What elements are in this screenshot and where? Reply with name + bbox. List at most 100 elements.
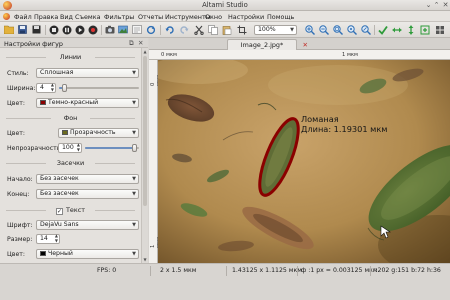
ruler-tick-label: 0 мкм xyxy=(161,52,177,58)
arrows-section-heading: Засечки xyxy=(0,159,141,167)
font-value: DejaVu Sans xyxy=(40,221,79,228)
menu-help[interactable]: Помощь xyxy=(267,13,294,21)
opacity-label: Непрозрачность: xyxy=(7,145,63,152)
zoom-in-icon[interactable] xyxy=(304,24,315,35)
line-style-select[interactable]: Сплошная ▼ xyxy=(36,68,139,78)
opacity-spinbox[interactable]: 100 ▲ ▼ xyxy=(58,142,82,153)
menu-filters[interactable]: Фильтры xyxy=(104,13,134,21)
zoom-actual-icon[interactable] xyxy=(346,24,357,35)
close-tab-icon[interactable]: ✕ xyxy=(303,40,308,50)
maximize-button[interactable]: ⌃ xyxy=(432,1,441,10)
background-section-heading: Фон xyxy=(0,114,141,122)
status-bar: FPS: 0 2 x 1.5 мкм 1.43125 x 1.1125 мкм … xyxy=(0,263,450,300)
line-style-value: Сплошная xyxy=(40,69,74,76)
fit-width-icon[interactable] xyxy=(391,24,402,35)
line-width-spinbox[interactable]: 4 ▲ ▼ xyxy=(36,82,56,93)
title-bar: Altami Studio ⌄ ⌃ ✕ xyxy=(0,0,450,11)
panel-scrollbar[interactable]: ▲ ▼ xyxy=(141,48,148,263)
divider xyxy=(95,57,135,58)
line-width-label: Ширина: xyxy=(7,85,36,92)
save-icon[interactable] xyxy=(17,24,28,35)
settings-grid-icon[interactable] xyxy=(434,24,445,35)
close-window-button[interactable]: ✕ xyxy=(441,1,450,10)
divider xyxy=(6,210,46,211)
rotate-icon[interactable] xyxy=(419,24,430,35)
copy-icon[interactable] xyxy=(207,24,218,35)
scrollbar-thumb[interactable] xyxy=(143,56,147,206)
panel-close-icon[interactable]: ✕ xyxy=(138,39,143,47)
pause-icon[interactable] xyxy=(61,24,72,35)
toolbar-separator xyxy=(160,25,161,35)
text-enabled-checkbox[interactable]: ✓ xyxy=(56,208,64,215)
menu-edit[interactable]: Правка xyxy=(34,13,58,21)
menu-settings[interactable]: Настройки xyxy=(228,13,264,21)
status-divider xyxy=(150,266,151,276)
paste-icon[interactable] xyxy=(221,24,232,35)
tab-image-2[interactable]: Image_2.jpg* ✕ xyxy=(227,39,308,50)
line-end-label: Конец: xyxy=(7,191,30,198)
spin-arrows-icon[interactable]: ▲ ▼ xyxy=(55,233,58,243)
capture-series-icon[interactable] xyxy=(117,24,128,35)
menu-capture[interactable]: Съемка xyxy=(75,13,101,21)
image-canvas[interactable]: 0 мкм 1 мкм 0 мкм 1 мкм xyxy=(149,50,450,263)
open-folder-icon[interactable] xyxy=(3,24,14,35)
menu-logo-icon xyxy=(3,13,10,20)
menu-view[interactable]: Вид xyxy=(60,13,73,21)
line-width-slider[interactable] xyxy=(59,83,139,93)
crop-icon[interactable] xyxy=(236,24,247,35)
panel-undock-icon[interactable]: ⧉ xyxy=(129,39,134,48)
play-icon[interactable] xyxy=(74,24,85,35)
compare-icon[interactable] xyxy=(131,24,142,35)
menu-window[interactable]: Окно xyxy=(205,13,222,21)
opacity-slider[interactable] xyxy=(85,143,139,153)
zoom-select[interactable]: 100% ▼ xyxy=(254,25,297,35)
spin-arrows-icon[interactable]: ▲ ▼ xyxy=(77,142,80,152)
record-stop-icon[interactable] xyxy=(48,24,59,35)
vertical-ruler: 0 мкм 1 мкм xyxy=(149,60,162,263)
slider-handle[interactable] xyxy=(132,144,137,152)
zoom-fit-icon[interactable] xyxy=(332,24,343,35)
font-select[interactable]: DejaVu Sans ▼ xyxy=(36,220,139,230)
slider-handle[interactable] xyxy=(61,84,67,92)
line-end-select[interactable]: Без засечек ▼ xyxy=(36,189,139,199)
refresh-icon[interactable] xyxy=(145,24,156,35)
divider xyxy=(90,118,135,119)
fit-height-icon[interactable] xyxy=(405,24,416,35)
measurement-label[interactable]: Ломаная Длина: 1.19301 мкм xyxy=(301,114,387,134)
redo-icon[interactable] xyxy=(178,24,189,35)
zoom-region-icon[interactable] xyxy=(360,24,371,35)
fill-color-value: Прозрачность xyxy=(70,129,116,136)
fill-color-select[interactable]: Прозрачность ▼ xyxy=(58,128,139,138)
status-divider xyxy=(370,266,371,276)
panel-header: Настройки фигур ⧉ ✕ xyxy=(0,38,148,48)
scroll-up-icon[interactable]: ▲ xyxy=(142,49,148,54)
divider xyxy=(95,163,135,164)
line-color-value: Темно-красный xyxy=(48,99,99,106)
spin-arrows-icon[interactable]: ▲ ▼ xyxy=(51,82,54,92)
scroll-down-icon[interactable]: ▼ xyxy=(142,257,148,262)
checkmark-icon[interactable] xyxy=(377,24,388,35)
text-color-value: Черный xyxy=(48,250,73,257)
line-start-label: Начало: xyxy=(7,176,33,183)
cut-icon[interactable] xyxy=(193,24,204,35)
menu-tools[interactable]: Инструменты xyxy=(165,13,211,21)
font-size-spinbox[interactable]: 14 ▲ ▼ xyxy=(36,233,60,244)
chevron-down-icon: ▼ xyxy=(132,222,136,228)
shape-settings-panel: Настройки фигур ⧉ ✕ Линии Стиль: Сплошна… xyxy=(0,38,148,263)
camera-icon[interactable] xyxy=(104,24,115,35)
line-style-label: Стиль: xyxy=(7,70,29,77)
document-tab-bar: Image_2.jpg* ✕ xyxy=(149,38,450,50)
text-color-select[interactable]: Черный ▼ xyxy=(36,249,139,259)
undo-icon[interactable] xyxy=(164,24,175,35)
zoom-out-icon[interactable] xyxy=(318,24,329,35)
save-all-icon[interactable] xyxy=(31,24,42,35)
menu-file[interactable]: Файл xyxy=(14,13,32,21)
status-image-size: 1.43125 x 1.1125 мкм xyxy=(232,267,302,274)
annotation-shape-name: Ломаная xyxy=(301,114,339,124)
line-start-select[interactable]: Без засечек ▼ xyxy=(36,174,139,184)
menu-reports[interactable]: Отчеты xyxy=(138,13,163,21)
record-icon[interactable] xyxy=(87,24,98,35)
line-color-select[interactable]: Темно-красный ▼ xyxy=(36,98,139,108)
toolbar-separator xyxy=(45,25,46,35)
slider-track xyxy=(59,87,139,89)
